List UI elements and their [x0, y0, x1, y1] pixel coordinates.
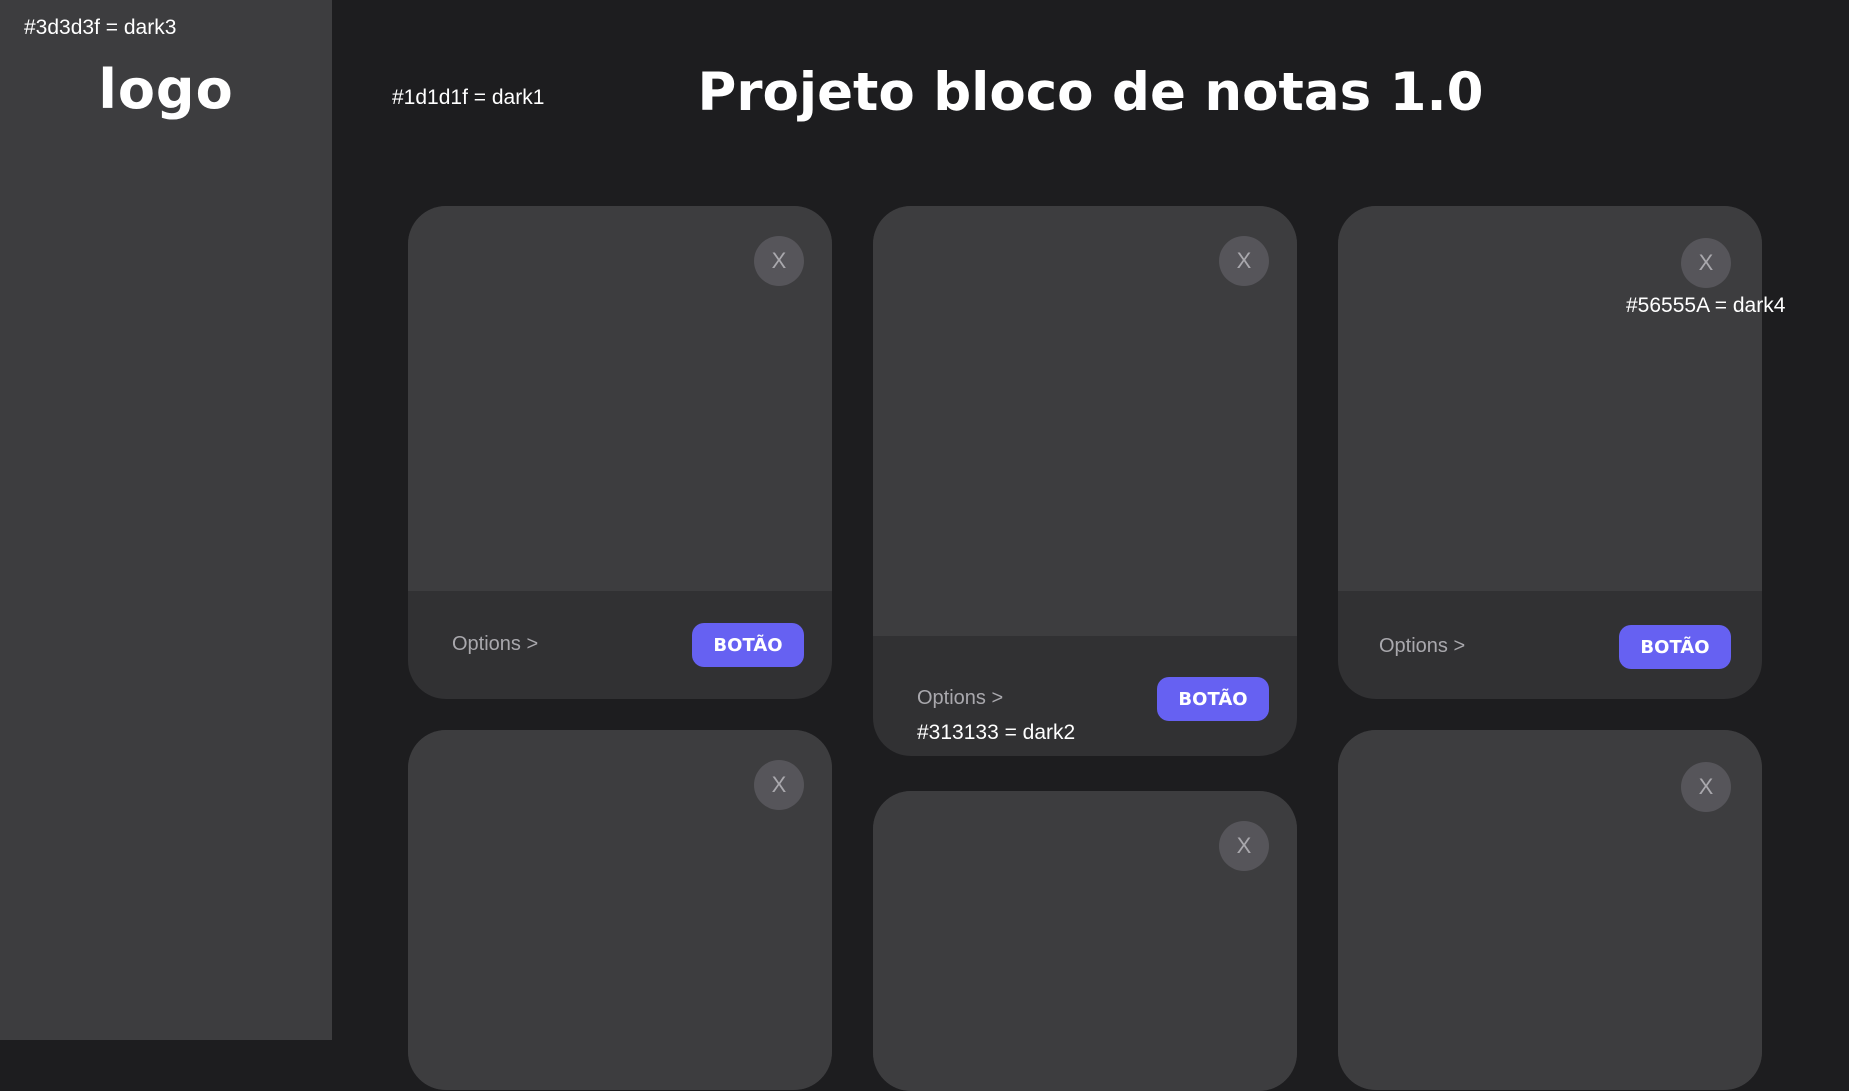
action-button[interactable]: BOTÃO: [692, 623, 804, 667]
close-icon: X: [1236, 248, 1252, 273]
action-button[interactable]: BOTÃO: [1157, 677, 1269, 721]
logo[interactable]: logo: [0, 58, 332, 121]
close-icon: X: [1698, 250, 1714, 275]
close-button[interactable]: X: [1681, 762, 1731, 812]
note-card: X: [408, 730, 832, 1090]
sidebar: #3d3d3f = dark3 logo: [0, 0, 332, 1040]
close-icon: X: [771, 248, 787, 273]
action-button[interactable]: BOTÃO: [1619, 625, 1731, 669]
color-annotation-dark2: #313133 = dark2: [917, 721, 1076, 744]
note-card: X: [873, 791, 1297, 1091]
options-link[interactable]: Options >: [452, 633, 538, 656]
color-annotation-dark3: #3d3d3f = dark3: [24, 16, 177, 39]
options-link[interactable]: Options >: [1379, 635, 1465, 658]
note-card: X Options > BOTÃO: [408, 206, 832, 699]
close-button[interactable]: X: [1219, 821, 1269, 871]
close-icon: X: [1236, 833, 1252, 858]
close-button[interactable]: X: [1219, 236, 1269, 286]
note-card: X Options > BOTÃO #313133 = dark2: [873, 206, 1297, 756]
close-icon: X: [771, 772, 787, 797]
close-icon: X: [1698, 774, 1714, 799]
note-card: X: [1338, 730, 1762, 1090]
close-button[interactable]: X: [754, 760, 804, 810]
page-title: Projeto bloco de notas 1.0: [697, 62, 1484, 123]
note-card: X Options > BOTÃO: [1338, 206, 1762, 699]
close-button[interactable]: X: [1681, 238, 1731, 288]
color-annotation-dark4: #56555A = dark4: [1626, 294, 1786, 317]
close-button[interactable]: X: [754, 236, 804, 286]
options-link[interactable]: Options >: [917, 687, 1003, 710]
